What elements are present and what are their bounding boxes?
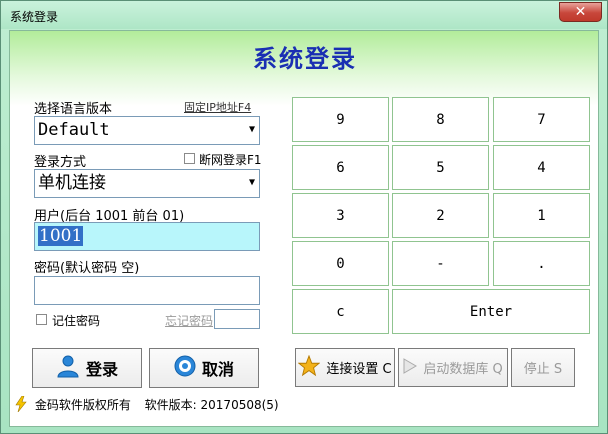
user-input[interactable]: 1001 <box>34 222 260 251</box>
close-icon: ✕ <box>574 4 587 20</box>
key-1[interactable]: 1 <box>493 193 590 238</box>
page-title: 系统登录 <box>253 44 357 73</box>
chevron-down-icon: ▼ <box>248 177 255 188</box>
close-button[interactable]: ✕ <box>559 2 602 22</box>
key-6[interactable]: 6 <box>292 145 389 190</box>
login-mode-label: 登录方式 <box>34 155 87 170</box>
user-icon <box>56 354 80 382</box>
title-bar[interactable]: 系统登录 ✕ <box>1 1 607 29</box>
password-input[interactable] <box>34 276 260 305</box>
fixed-ip-link[interactable]: 固定IP地址F4 <box>184 99 251 115</box>
login-button[interactable]: 登录 <box>32 348 142 388</box>
window-title: 系统登录 <box>10 10 59 24</box>
star-icon <box>298 354 321 381</box>
remember-password-checkbox[interactable] <box>36 314 47 325</box>
key-0[interactable]: 0 <box>292 241 389 286</box>
footer: 金码软件版权所有 软件版本: 20170508(5) <box>15 395 279 415</box>
password-label: 密码(默认密码 空) <box>34 261 140 276</box>
language-label: 选择语言版本 <box>34 102 113 117</box>
key-9[interactable]: 9 <box>292 97 389 142</box>
start-database-button[interactable]: 启动数据库 Q <box>398 348 508 387</box>
offline-login-checkbox[interactable] <box>184 153 195 164</box>
login-button-label: 登录 <box>85 360 118 379</box>
key-3[interactable]: 3 <box>292 193 389 238</box>
dialog-body: 系统登录 选择语言版本 固定IP地址F4 Default ▼ 登录方式 断网登录… <box>9 30 599 427</box>
key-minus[interactable]: - <box>392 241 489 286</box>
offline-login-label: 断网登录F1 <box>199 153 262 167</box>
login-mode-select-value: 单机连接 <box>38 173 106 193</box>
lightning-icon <box>15 395 27 415</box>
key-2[interactable]: 2 <box>392 193 489 238</box>
start-database-label: 启动数据库 Q <box>423 362 503 377</box>
key-clear[interactable]: c <box>292 289 389 334</box>
key-dot[interactable]: . <box>493 241 590 286</box>
forgot-password-label[interactable]: 忘记密码 <box>165 312 213 329</box>
user-input-value: 1001 <box>38 226 84 246</box>
forgot-password-input[interactable] <box>214 309 260 329</box>
play-icon <box>403 357 418 378</box>
key-enter[interactable]: Enter <box>392 289 590 334</box>
key-8[interactable]: 8 <box>392 97 489 142</box>
key-4[interactable]: 4 <box>493 145 590 190</box>
cancel-button[interactable]: 取消 <box>149 348 259 388</box>
key-7[interactable]: 7 <box>493 97 590 142</box>
stop-button[interactable]: 停止 S <box>511 348 575 387</box>
remember-password-label: 记住密码 <box>52 314 101 328</box>
stop-button-label: 停止 S <box>523 362 563 377</box>
connect-settings-label: 连接设置 C <box>326 362 392 377</box>
login-mode-select[interactable]: 单机连接 ▼ <box>34 169 260 198</box>
connect-settings-button[interactable]: 连接设置 C <box>295 348 395 387</box>
version-text: 软件版本: 20170508(5) <box>144 398 279 412</box>
language-select[interactable]: Default ▼ <box>34 116 260 145</box>
cancel-icon <box>174 355 196 381</box>
cancel-button-label: 取消 <box>201 360 234 379</box>
language-select-value: Default <box>38 120 110 140</box>
chevron-down-icon: ▼ <box>248 124 255 135</box>
key-5[interactable]: 5 <box>392 145 489 190</box>
copyright-text: 金码软件版权所有 <box>34 398 131 412</box>
login-window: 系统登录 ✕ 系统登录 选择语言版本 固定IP地址F4 Default ▼ 登录… <box>0 0 608 434</box>
